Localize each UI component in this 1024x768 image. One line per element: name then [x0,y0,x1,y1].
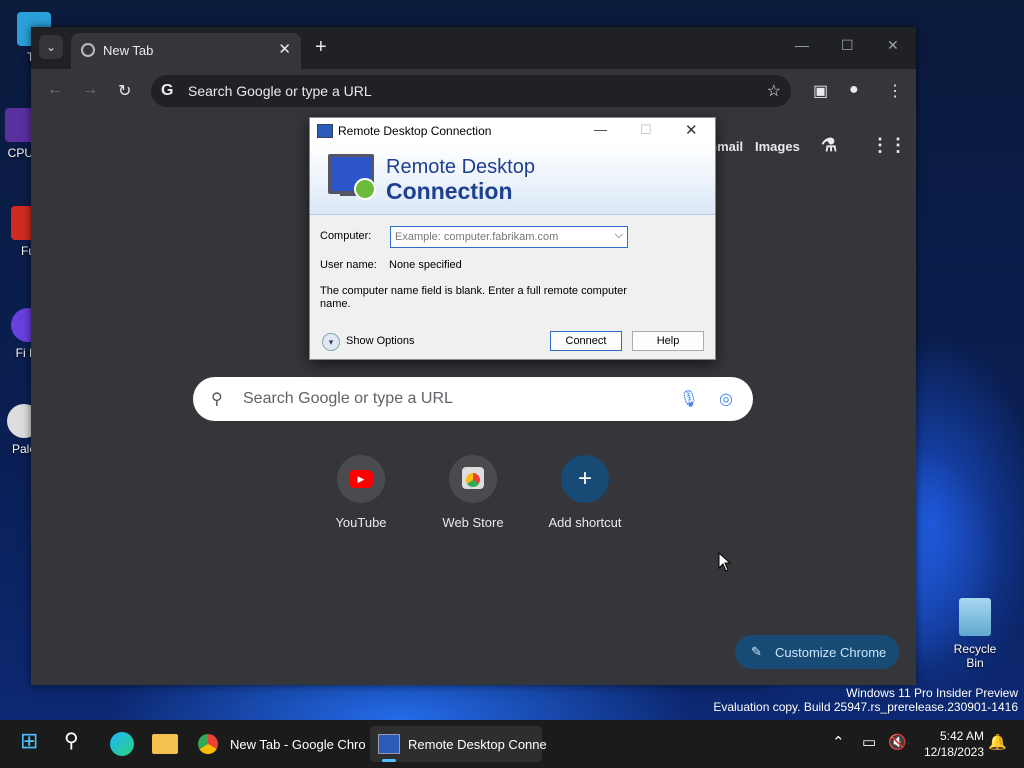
menu-icon[interactable]: ⋮ [887,81,903,101]
labs-icon[interactable]: ⚗ [821,135,837,156]
customize-label: Customize Chrome [775,645,887,660]
forward-icon[interactable]: → [82,81,98,99]
rdc-dialog: Remote Desktop Connection — ☐ ✕ Remote D… [309,117,716,360]
computer-combobox[interactable]: Example: computer.fabrikam.com ⌵ [390,226,628,248]
expand-icon: ▾ [322,333,340,351]
rdc-message: The computer name field is blank. Enter … [320,285,627,310]
plus-icon: + [577,465,592,492]
youtube-icon: ▶ [349,470,373,488]
bookmark-star-icon[interactable]: ☆ [767,81,781,101]
username-value: None specified [389,259,462,271]
profile-icon[interactable]: ● [849,81,859,99]
connect-button[interactable]: Connect [550,331,622,351]
rdc-icon [378,734,400,754]
taskbar-app-label: New Tab - Google Chro [230,737,366,752]
search-icon[interactable]: ⚲ [64,728,79,756]
search-icon: ⚲ [211,391,223,408]
watermark-line2: Evaluation copy. Build 25947.rs_prerelea… [713,700,1018,714]
tab-new-tab[interactable]: New Tab ✕ [71,33,301,69]
volume-icon[interactable]: 🔇 [888,733,907,751]
rdc-body: Computer: Example: computer.fabrikam.com… [310,216,715,359]
taskbar-app-label: Remote Desktop Conne [408,737,547,752]
show-options-label: Show Options [346,335,415,347]
shortcut-label: YouTube [335,515,387,530]
chrome-favicon-icon [81,43,95,57]
clock-date: 12/18/2023 [923,745,984,759]
recycle-bin-label: Recycle Bin [953,642,997,670]
new-tab-button[interactable]: + [315,36,327,59]
banner-line2: Connection [386,178,513,204]
clock-time: 5:42 AM [939,729,984,743]
rdc-title: Remote Desktop Connection [338,124,492,138]
rdc-maximize-button: ☐ [640,122,652,137]
tab-search-button[interactable]: ⌄ [39,35,63,59]
taskbar: ⊞ ⚲ New Tab - Google Chro Remote Desktop… [0,720,1024,768]
maximize-button[interactable]: ☐ [841,37,854,54]
shortcut-web-store[interactable]: Web Store [417,455,529,530]
shortcut-youtube[interactable]: ▶ YouTube [305,455,417,530]
minimize-button[interactable]: — [795,37,809,53]
mouse-cursor-icon [718,552,732,572]
windows-watermark: Windows 11 Pro Insider Preview Evaluatio… [713,686,1018,714]
ntp-search-placeholder: Search Google or type a URL [243,390,453,407]
tab-strip: ⌄ New Tab ✕ + — ☐ ✕ [31,27,916,69]
shortcut-circle [449,455,497,503]
shortcut-label: Add shortcut [548,515,622,530]
banner-line1: Remote Desktop [386,156,535,178]
rdc-minimize-button[interactable]: — [594,122,607,137]
side-panel-icon[interactable]: ▣ [813,81,828,101]
chevron-down-icon[interactable]: ⌵ [615,229,623,242]
rdc-close-button[interactable]: ✕ [685,121,698,139]
connection-arrows-icon [354,178,376,200]
computer-label: Computer: [320,230,372,242]
web-store-icon [462,467,484,489]
images-link[interactable]: Images [755,139,800,154]
back-icon[interactable]: ← [47,81,63,99]
recycle-bin[interactable]: Recycle Bin [944,598,1006,670]
google-icon: G [161,82,174,99]
edge-icon[interactable] [110,732,134,756]
lens-icon[interactable]: ◎ [719,389,733,409]
notification-bell-icon[interactable]: 🔔 [988,733,1007,751]
watermark-line1: Windows 11 Pro Insider Preview [846,686,1018,700]
ntp-search-box[interactable]: ⚲ Search Google or type a URL 🎙 ◎ [193,377,753,421]
apps-grid-icon[interactable]: ⋮⋮ [871,135,907,156]
rdc-app-icon [317,124,333,138]
chevron-up-icon[interactable]: ⌃ [832,733,845,751]
pencil-icon: ✎ [751,644,762,659]
file-explorer-icon[interactable] [152,734,178,754]
start-icon[interactable]: ⊞ [20,728,38,756]
active-indicator [382,759,396,762]
shortcut-add[interactable]: + Add shortcut [529,455,641,530]
taskbar-chrome[interactable]: New Tab - Google Chro [192,726,366,762]
tab-close-icon[interactable]: ✕ [278,40,291,58]
close-window-button[interactable]: ✕ [887,37,899,54]
shortcut-circle: ▶ [337,455,385,503]
clock[interactable]: 5:42 AM 12/18/2023 [912,728,984,760]
chrome-icon [198,734,218,754]
network-icon[interactable]: ▭ [862,733,876,751]
customize-chrome-button[interactable]: ✎ Customize Chrome [735,635,899,669]
shortcut-circle: + [561,455,609,503]
rdc-banner: Remote Desktop Connection [310,144,715,215]
toolbar: ← → ↻ G Search Google or type a URL ☆ ▣ … [31,69,916,113]
username-label: User name: [320,259,377,271]
omnibox-placeholder: Search Google or type a URL [188,83,372,99]
taskbar-rdc[interactable]: Remote Desktop Conne [370,726,547,762]
rdc-title-bar: Remote Desktop Connection — ☐ ✕ [310,118,715,144]
omnibox[interactable]: G Search Google or type a URL ☆ [151,75,791,107]
voice-search-icon[interactable]: 🎙 [679,389,699,409]
recycle-bin-icon [959,598,991,636]
help-button[interactable]: Help [632,331,704,351]
shortcut-label: Web Store [442,515,504,530]
reload-icon[interactable]: ↻ [118,81,131,101]
computer-placeholder: Example: computer.fabrikam.com [395,231,559,243]
tab-title: New Tab [103,43,154,58]
